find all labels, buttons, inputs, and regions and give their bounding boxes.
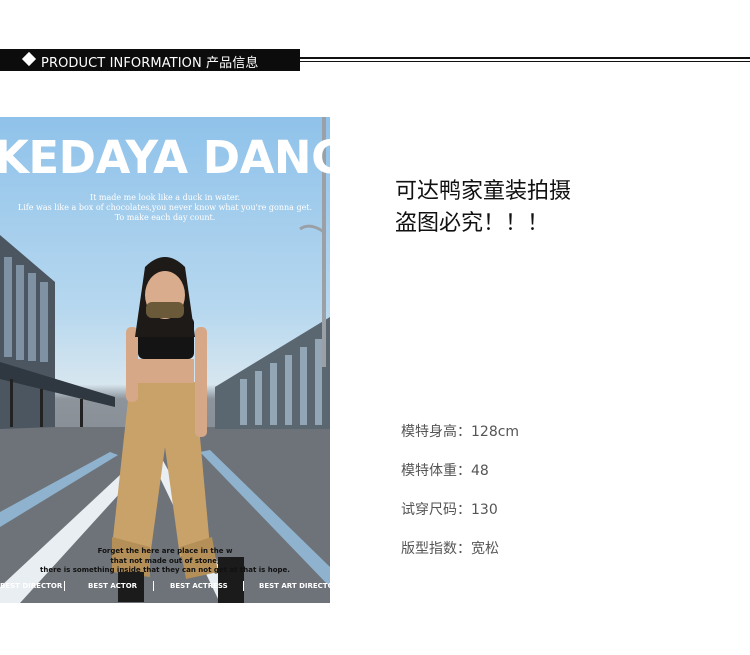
- notice-line: 可达鸭家童装拍摄: [395, 179, 572, 204]
- credit-divider: [64, 581, 65, 591]
- spec-value: 48: [471, 463, 489, 479]
- photo-credits: BEST DIRECTOR BEST ACTOR BEST ACTRESS BE…: [0, 581, 330, 596]
- photo-subtitle-line: To make each day count.: [114, 213, 216, 222]
- diamond-icon: [21, 51, 37, 67]
- photo-caption-line: there is something inside that they can …: [40, 566, 290, 574]
- spec-value: 128cm: [471, 424, 520, 440]
- credit-divider: [153, 581, 154, 591]
- section-header: PRODUCT INFORMATION 产品信息: [0, 49, 300, 71]
- photo-caption-line: that not made out of stone,: [110, 557, 220, 565]
- product-photo: KEDAYA DANCE It made me look like a duck…: [0, 117, 330, 603]
- photo-scene: [0, 117, 330, 603]
- section-title: PRODUCT INFORMATION 产品信息: [41, 56, 259, 71]
- spec-value: 宽松: [471, 541, 499, 557]
- photo-subtitle-line: Life was like a box of chocolates,you ne…: [17, 203, 313, 212]
- spec-label: 试穿尺码：: [401, 502, 471, 518]
- notice-line: 盗图必究！！！: [395, 211, 550, 236]
- credit-divider: [243, 581, 244, 591]
- copyright-notice: 可达鸭家童装拍摄 盗图必究！！！: [395, 176, 571, 240]
- spec-fit: 版型指数：宽松: [401, 538, 499, 558]
- photo-caption-line: Forget the here are place in the w: [97, 547, 233, 555]
- credit-label: BEST ART DIRECTOR: [259, 582, 330, 590]
- credit-label: BEST DIRECTOR: [0, 582, 63, 590]
- credit-label: BEST ACTOR: [88, 582, 138, 590]
- spec-label: 模特体重：: [401, 463, 471, 479]
- photo-subtitle-line: It made me look like a duck in water.: [89, 193, 241, 202]
- spec-model-weight: 模特体重：48: [401, 460, 489, 480]
- spec-value: 130: [471, 502, 498, 518]
- spec-model-height: 模特身高：128cm: [401, 421, 519, 441]
- header-rule: [300, 57, 750, 59]
- header-rule-thin: [300, 61, 750, 62]
- photo-title: KEDAYA DANCE: [0, 131, 330, 184]
- spec-label: 版型指数：: [401, 541, 471, 557]
- spec-size: 试穿尺码：130: [401, 499, 498, 519]
- credit-label: BEST ACTRESS: [170, 582, 228, 590]
- spec-label: 模特身高：: [401, 424, 471, 440]
